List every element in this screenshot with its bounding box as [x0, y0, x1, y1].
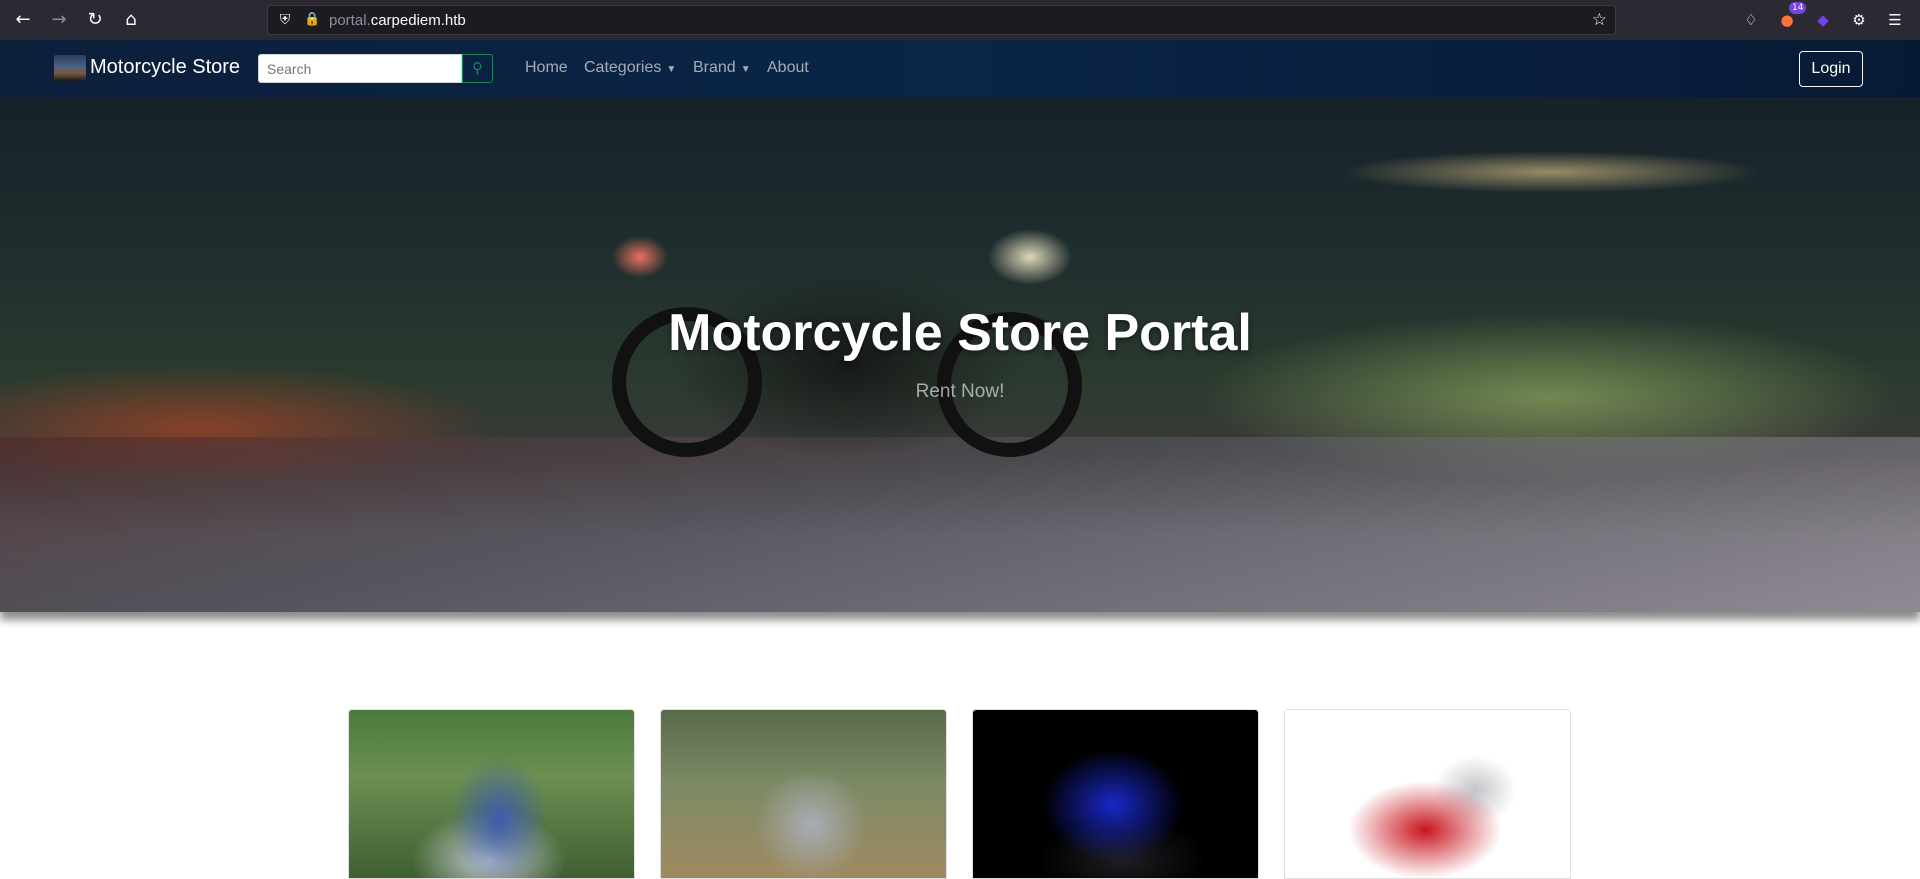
- nav-categories-label: Categories: [584, 59, 662, 76]
- nav-categories[interactable]: Categories ▼: [584, 59, 676, 77]
- hero-title: Motorcycle Store Portal: [668, 304, 1252, 362]
- lock-icon[interactable]: 🔒: [304, 11, 320, 29]
- back-icon[interactable]: ←: [11, 8, 35, 32]
- forward-icon: →: [51, 9, 67, 30]
- product-card[interactable]: [660, 709, 947, 879]
- caret-down-icon: ▼: [666, 64, 677, 75]
- product-image[interactable]: [1285, 710, 1570, 878]
- hero-banner: Motorcycle Store Portal Rent Now!: [0, 97, 1920, 612]
- hero-subtitle: Rent Now!: [915, 381, 1005, 402]
- settings-icon[interactable]: ⚙: [1848, 9, 1870, 31]
- product-image[interactable]: [661, 710, 946, 878]
- address-bar[interactable]: ⛨ 🔒 portal.carpediem.htb ☆: [267, 5, 1616, 35]
- browser-toolbar: ← → ↻ ⌂ ⛨ 🔒 portal.carpediem.htb ☆ ♢ ● ◆…: [0, 0, 1920, 40]
- brand-name[interactable]: Motorcycle Store: [90, 56, 240, 79]
- home-icon[interactable]: ⌂: [119, 8, 143, 32]
- nav-home[interactable]: Home: [525, 59, 568, 77]
- login-button[interactable]: Login: [1799, 51, 1863, 87]
- product-image[interactable]: [349, 710, 634, 878]
- extension-icon[interactable]: ◆: [1812, 9, 1834, 31]
- brand-logo[interactable]: [54, 55, 86, 81]
- site-navbar: Motorcycle Store ⚲ Home Categories ▼ Bran…: [0, 40, 1920, 97]
- menu-icon[interactable]: ☰: [1884, 9, 1906, 31]
- product-card[interactable]: [1284, 709, 1571, 879]
- extension-badge: 14: [1789, 2, 1807, 14]
- reload-icon[interactable]: ↻: [83, 8, 107, 32]
- url-text[interactable]: portal.carpediem.htb: [329, 12, 466, 29]
- shield-icon[interactable]: ⛨: [276, 11, 294, 29]
- product-image[interactable]: [973, 710, 1258, 878]
- nav-about[interactable]: About: [767, 59, 809, 77]
- search-input[interactable]: [258, 54, 462, 83]
- product-card[interactable]: [972, 709, 1259, 879]
- search-button[interactable]: ⚲: [462, 54, 493, 83]
- search-icon: ⚲: [472, 59, 483, 77]
- star-icon[interactable]: ☆: [1592, 10, 1607, 30]
- nav-brand-label: Brand: [693, 59, 736, 76]
- product-card[interactable]: [348, 709, 635, 879]
- nav-brand[interactable]: Brand ▼: [693, 59, 751, 77]
- pocket-icon[interactable]: ♢: [1740, 9, 1762, 31]
- url-domain: carpediem.htb: [370, 12, 466, 29]
- url-subdomain: portal.: [329, 12, 371, 29]
- caret-down-icon: ▼: [740, 64, 751, 75]
